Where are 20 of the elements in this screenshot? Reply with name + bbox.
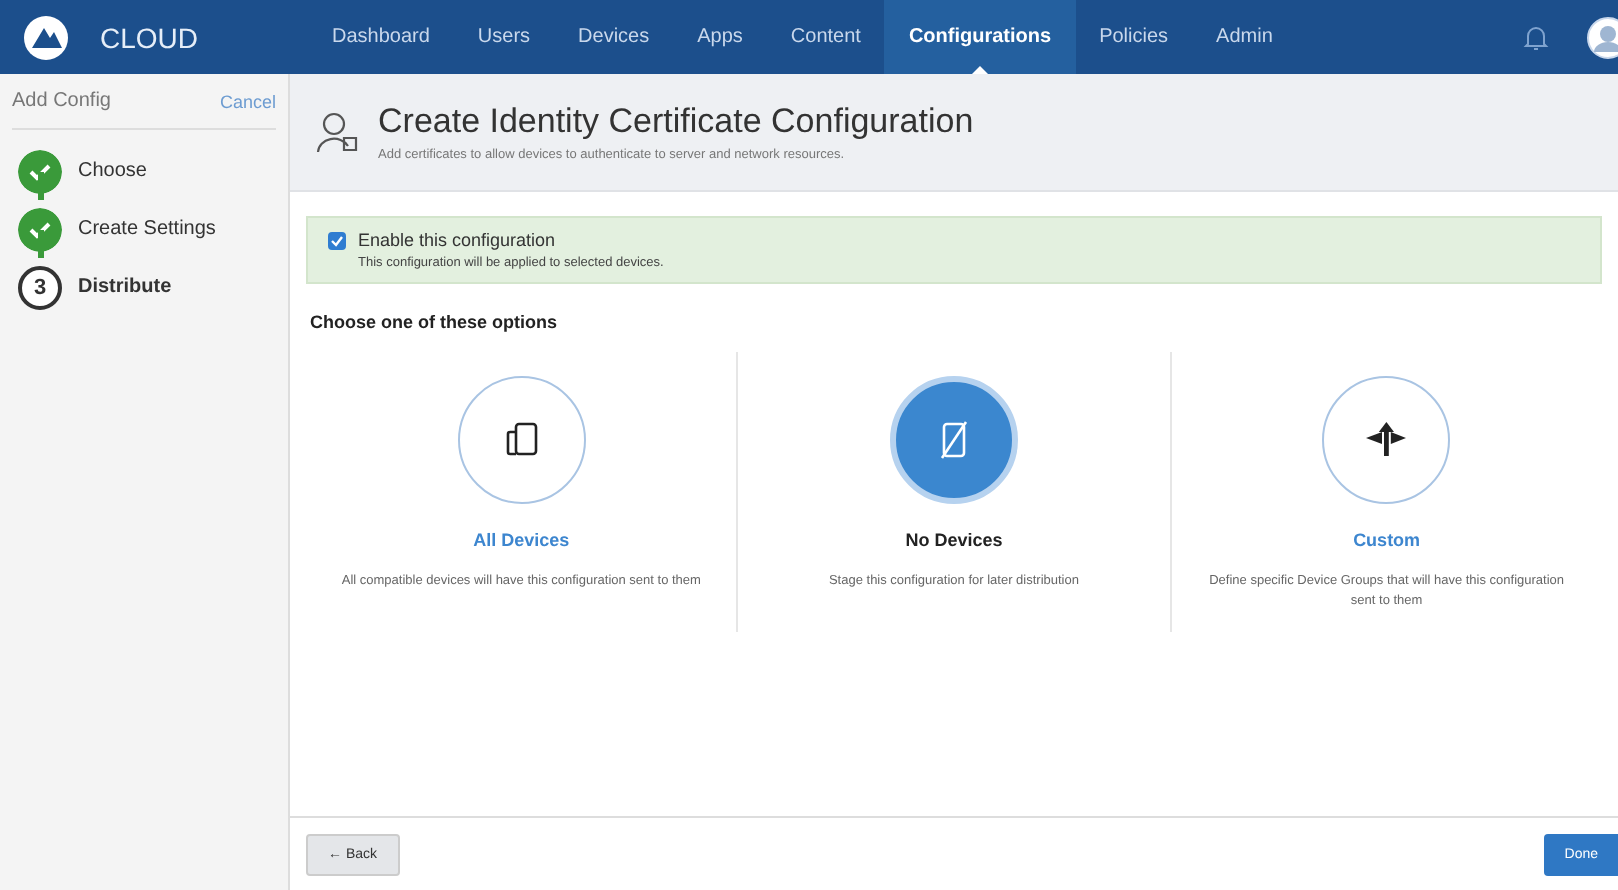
brand-name: CLOUD: [100, 21, 201, 53]
nav-tab[interactable]: Policies: [1075, 0, 1193, 74]
options-heading: Choose one of these options: [310, 312, 560, 332]
nav-tab[interactable]: Devices: [554, 0, 674, 74]
nav-tab[interactable]: Admin: [1192, 0, 1297, 74]
option-title: Custom: [1353, 530, 1421, 550]
nav-tab[interactable]: Configurations: [884, 0, 1076, 74]
nav-tab[interactable]: Dashboard: [308, 0, 454, 74]
nav-tab[interactable]: Users: [453, 0, 555, 74]
enable-label: Enable this configuration: [358, 230, 558, 250]
page-title: Create Identity Certificate Configuration: [378, 102, 974, 142]
nav-tab[interactable]: Content: [766, 0, 885, 74]
step-label[interactable]: Distribute: [78, 276, 172, 298]
nav-tab[interactable]: Apps: [673, 0, 767, 74]
step-label[interactable]: Choose: [78, 160, 147, 182]
option-title: No Devices: [905, 530, 1003, 550]
step-label[interactable]: Create Settings: [78, 218, 216, 240]
step-number: 3: [18, 265, 62, 309]
sidebar-title: Add Config: [12, 90, 111, 112]
option-title: All Devices: [473, 530, 570, 550]
